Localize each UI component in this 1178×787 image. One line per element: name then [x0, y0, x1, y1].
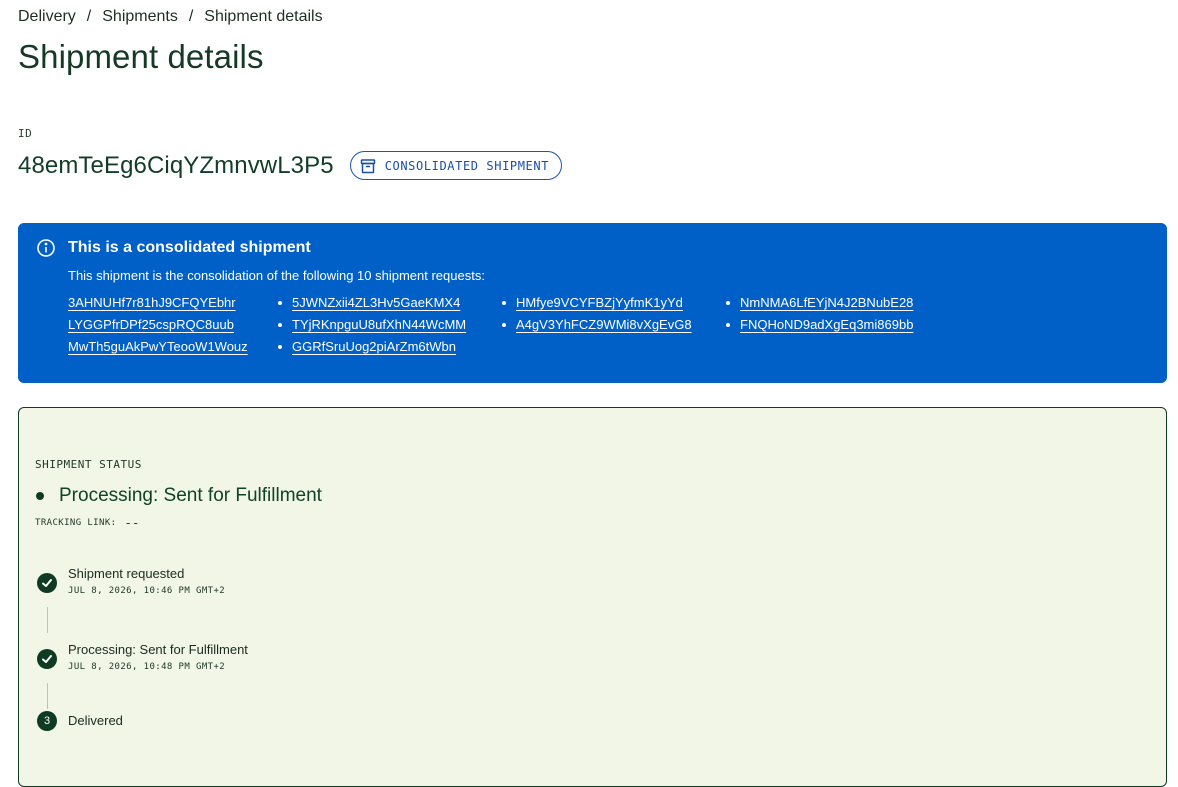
breadcrumb-separator: /	[86, 8, 92, 25]
step-time: JUL 8, 2026, 10:46 PM GMT+2	[68, 586, 226, 596]
timeline-step-delivered: 3 Delivered	[37, 711, 123, 731]
consolidated-alert: This is a consolidated shipment This shi…	[18, 223, 1167, 383]
step-name: Processing: Sent for Fulfillment	[68, 642, 248, 657]
shipment-request-link[interactable]: GGRfSruUog2piArZm6tWbn	[278, 339, 516, 354]
chip-label: CONSOLIDATED SHIPMENT	[384, 158, 550, 173]
breadcrumb-delivery[interactable]: Delivery	[18, 8, 76, 26]
breadcrumb-current: Shipment details	[204, 8, 323, 25]
timeline-step-requested: Shipment requested JUL 8, 2026, 10:46 PM…	[37, 566, 225, 596]
consolidated-shipment-chip: CONSOLIDATED SHIPMENT	[349, 151, 563, 180]
shipment-request-link[interactable]: A4gV3YhFCZ9WMi8vXgEvG8	[502, 317, 740, 332]
shipment-request-link[interactable]: FNQHoND9adXgEq3mi869bb	[726, 317, 964, 332]
shipment-request-list: 3AHNUHf7r81hJ9CFQYEbhr 5JWNZxii4ZL3Hv5Ga…	[68, 295, 964, 354]
tracking-link: TRACKING LINK: --	[35, 516, 140, 530]
alert-title: This is a consolidated shipment	[68, 239, 311, 256]
status-label: SHIPMENT STATUS	[35, 458, 142, 471]
current-status: Processing: Sent for Fulfillment	[59, 485, 322, 506]
shipment-request-link[interactable]: MwTh5guAkPwYTeooW1Wouz	[68, 339, 292, 354]
status-dot-icon	[36, 492, 44, 500]
shipment-request-link[interactable]: 5JWNZxii4ZL3Hv5GaeKMX4	[278, 295, 516, 310]
shipment-id: 48emTeEg6CiqYZmnvwL3P5	[18, 151, 334, 179]
shipment-request-link[interactable]: TYjRKnpguU8ufXhN44WcMM	[278, 317, 516, 332]
tracking-value: --	[124, 516, 140, 530]
step-name: Delivered	[68, 713, 123, 728]
check-circle-icon	[37, 573, 57, 593]
shipment-request-link[interactable]: 3AHNUHf7r81hJ9CFQYEbhr	[68, 295, 292, 310]
id-row: 48emTeEg6CiqYZmnvwL3P5 CONSOLIDATED SHIP…	[18, 151, 563, 180]
breadcrumb-separator: /	[188, 8, 194, 25]
status-row: Processing: Sent for Fulfillment	[36, 485, 322, 507]
breadcrumb-shipments[interactable]: Shipments	[102, 8, 178, 26]
info-circle-icon	[36, 238, 56, 258]
timeline-connector	[47, 683, 48, 709]
alert-body: This shipment is the consolidation of th…	[68, 268, 485, 283]
id-label: ID	[18, 127, 33, 140]
breadcrumb: Delivery / Shipments / Shipment details	[18, 8, 323, 26]
shipment-request-link[interactable]: HMfye9VCYFBZjYyfmK1yYd	[502, 295, 740, 310]
timeline-connector	[47, 607, 48, 633]
page-title: Shipment details	[18, 38, 264, 75]
step-name: Shipment requested	[68, 566, 185, 581]
shipment-status-panel: SHIPMENT STATUS Processing: Sent for Ful…	[18, 407, 1167, 787]
step-time: JUL 8, 2026, 10:48 PM GMT+2	[68, 662, 226, 672]
timeline-step-processing: Processing: Sent for Fulfillment JUL 8, …	[37, 642, 248, 672]
shipment-request-link[interactable]: LYGGPfrDPf25cspRQC8uub	[68, 317, 292, 332]
tracking-label: TRACKING LINK:	[35, 518, 117, 528]
archive-box-icon	[359, 157, 377, 175]
step-number-badge: 3	[37, 711, 57, 731]
check-circle-icon	[37, 649, 57, 669]
shipment-request-link[interactable]: NmNMA6LfEYjN4J2BNubE28	[726, 295, 964, 310]
